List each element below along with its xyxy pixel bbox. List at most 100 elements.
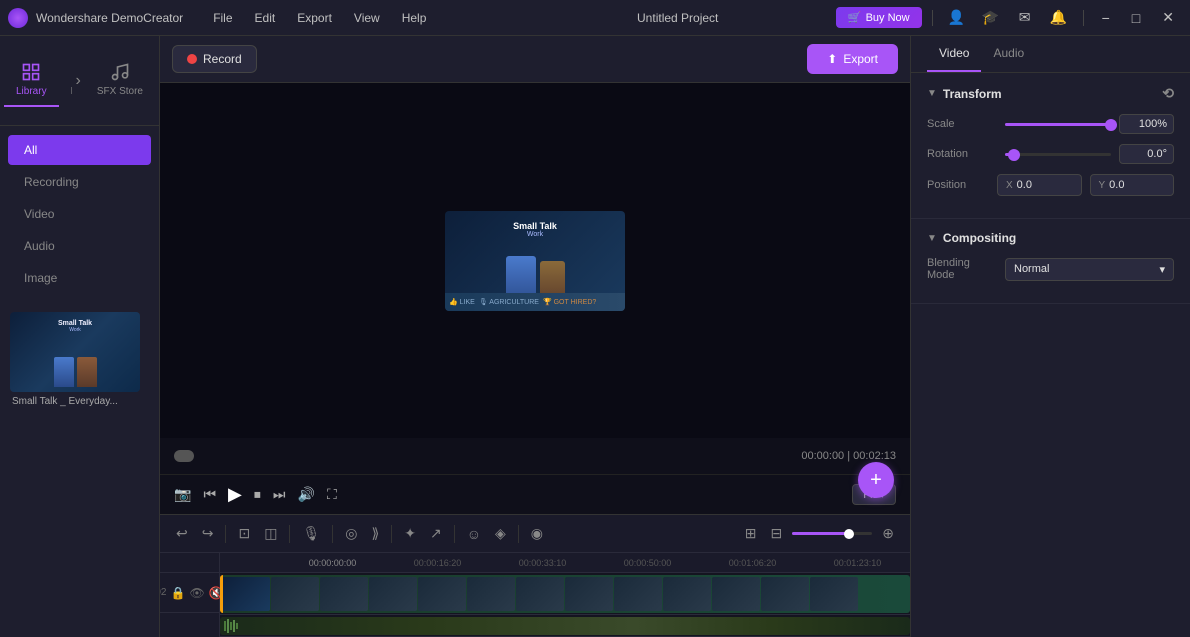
minimize-button[interactable]: − — [1094, 10, 1118, 26]
audio-track-content[interactable] — [220, 617, 910, 635]
title-bar-actions: 🛒 Buy Now 👤 🎓 ✉ 🔔 − □ ✕ — [836, 4, 1182, 32]
snapshot-button[interactable]: 📷 — [174, 486, 191, 503]
divider — [932, 10, 933, 26]
preview-area: Small Talk Work 👍 LIKE 🎙 AGRICULTURE 🏆 — [160, 83, 910, 514]
add-media-button[interactable]: + — [858, 462, 894, 498]
scale-slider[interactable] — [1005, 123, 1111, 126]
zoom-in-button[interactable]: ⊞ — [741, 521, 761, 546]
sidebar-item-image[interactable]: Image — [8, 263, 151, 293]
track-thumb-5 — [467, 577, 515, 611]
scale-fill — [1005, 123, 1111, 126]
close-button[interactable]: ✕ — [1154, 9, 1182, 26]
sidebar-item-audio[interactable]: Audio — [8, 231, 151, 261]
zoom-out-button[interactable]: ⊟ — [767, 521, 787, 546]
scale-thumb[interactable] — [1105, 119, 1117, 131]
skip-back-button[interactable]: ⏮ — [203, 486, 216, 503]
cam-button[interactable]: ◎ — [341, 521, 361, 546]
maximize-button[interactable]: □ — [1124, 10, 1148, 26]
ruler-mark-4: 00:01:06:20 — [700, 558, 805, 568]
tl-divider-2 — [289, 525, 290, 543]
effects-tl-button[interactable]: ✦ — [400, 521, 420, 546]
rotation-input[interactable] — [1119, 144, 1174, 164]
record-button[interactable]: Record — [172, 45, 257, 73]
menu-file[interactable]: File — [203, 7, 242, 29]
blending-mode-select[interactable]: Normal ▾ — [1005, 258, 1174, 281]
video-preview-thumbnail: Small Talk Work 👍 LIKE 🎙 AGRICULTURE 🏆 — [445, 211, 625, 311]
mail-icon-btn[interactable]: ✉ — [1011, 4, 1039, 32]
blending-row: Blending Mode Normal ▾ — [927, 257, 1174, 281]
left-panel: Library Effects Transitions Annotati... … — [0, 36, 160, 637]
arrow-button[interactable]: ↗ — [426, 521, 446, 546]
track-thumb-0 — [222, 577, 270, 611]
menu-help[interactable]: Help — [392, 7, 437, 29]
ruler-mark-3: 00:00:50:00 — [595, 558, 700, 568]
eye-icon[interactable]: 👁 — [189, 586, 204, 600]
video-track — [220, 573, 910, 615]
buy-now-button[interactable]: 🛒 Buy Now — [836, 7, 922, 28]
time-display: 00:00:00 | 00:02:13 — [801, 450, 896, 462]
speed-button[interactable]: ⟫ — [367, 521, 383, 546]
lock-icon[interactable]: 🔒 — [171, 586, 186, 600]
menu-export[interactable]: Export — [287, 7, 342, 29]
playback-indicator — [174, 450, 194, 462]
controls-row: 📷 ⏮ ▶ ⏹ ⏭ 🔊 ⛶ Fit ▾ — [160, 474, 910, 514]
tab-sfx[interactable]: SFX Store — [85, 54, 155, 107]
undo-button[interactable]: ↩ — [172, 521, 192, 546]
media-label-0: Small Talk _ Everyday... — [10, 396, 149, 407]
skip-forward-button[interactable]: ⏭ — [273, 486, 286, 503]
compositing-collapse-icon[interactable]: ▼ — [927, 233, 937, 244]
position-row: Position X 0.0 Y 0.0 — [927, 174, 1174, 196]
fullscreen-button[interactable]: ⛶ — [327, 486, 337, 503]
main-layout: Library Effects Transitions Annotati... … — [0, 36, 1190, 637]
profile-icon-btn[interactable]: 👤 — [943, 4, 971, 32]
panel-tab-video[interactable]: Video — [927, 36, 981, 72]
sidebar-item-all[interactable]: All — [8, 135, 151, 165]
media-thumb-0[interactable]: Small Talk Work Small Talk _ Everyday... — [8, 310, 151, 409]
stop-button[interactable]: ⏹ — [254, 486, 261, 503]
track-thumb-7 — [565, 577, 613, 611]
ruler-mark-5: 00:01:23:10 — [805, 558, 910, 568]
mic-button[interactable]: 🎙 — [298, 521, 324, 546]
menu-view[interactable]: View — [344, 7, 390, 29]
zoom-add-button[interactable]: ⊕ — [878, 521, 898, 546]
zoom-track[interactable] — [792, 532, 872, 535]
menu-edit[interactable]: Edit — [245, 7, 286, 29]
crop-button[interactable]: ⊡ — [234, 521, 254, 546]
zoom-thumb[interactable] — [844, 529, 854, 539]
sidebar-item-video[interactable]: Video — [8, 199, 151, 229]
emoji-button[interactable]: ☺ — [463, 522, 485, 546]
tl-divider-5 — [454, 525, 455, 543]
position-y-input[interactable]: Y 0.0 — [1090, 174, 1175, 196]
volume-button[interactable]: 🔊 — [298, 486, 315, 503]
graduation-icon-btn[interactable]: 🎓 — [977, 4, 1005, 32]
play-button[interactable]: ▶ — [228, 484, 242, 505]
media-image-0: Small Talk Work — [10, 312, 140, 392]
tab-library[interactable]: Library — [4, 54, 59, 107]
redo-button[interactable]: ↪ — [198, 521, 218, 546]
sticker-button[interactable]: ◈ — [491, 521, 510, 546]
bell-icon-btn[interactable]: 🔔 — [1045, 4, 1073, 32]
tl-divider-3 — [332, 525, 333, 543]
trim-button[interactable]: ◫ — [260, 521, 281, 546]
transform-collapse-icon[interactable]: ▼ — [927, 88, 937, 99]
scale-input[interactable] — [1119, 114, 1174, 134]
top-toolbar: Record ⬆ Export — [160, 36, 910, 83]
tl-divider-4 — [391, 525, 392, 543]
sidebar-item-recording[interactable]: Recording — [8, 167, 151, 197]
video-track-content[interactable] — [220, 575, 910, 613]
panel-tab-audio[interactable]: Audio — [981, 36, 1036, 72]
track-thumb-2 — [320, 577, 368, 611]
export-button[interactable]: ⬆ Export — [807, 44, 898, 74]
position-x-input[interactable]: X 0.0 — [997, 174, 1082, 196]
tab-effects[interactable]: Effects — [59, 54, 72, 107]
rotation-slider[interactable] — [1005, 153, 1111, 156]
rotation-thumb[interactable] — [1008, 149, 1020, 161]
center-area: Record ⬆ Export Small Talk Work — [160, 36, 910, 637]
transform-reset-button[interactable]: ⟲ — [1162, 85, 1174, 102]
avatar-button[interactable]: ◉ — [527, 521, 547, 546]
playback-row: 00:00:00 | 00:02:13 — [160, 438, 910, 474]
playback-area: 00:00:00 | 00:02:13 📷 ⏮ ▶ ⏹ ⏭ 🔊 ⛶ F — [160, 438, 910, 514]
rotation-slider-container — [1005, 153, 1111, 156]
sidebar-nav: All Recording Video Audio Image — [0, 126, 159, 302]
tabs-more-arrow[interactable]: › — [72, 68, 85, 94]
